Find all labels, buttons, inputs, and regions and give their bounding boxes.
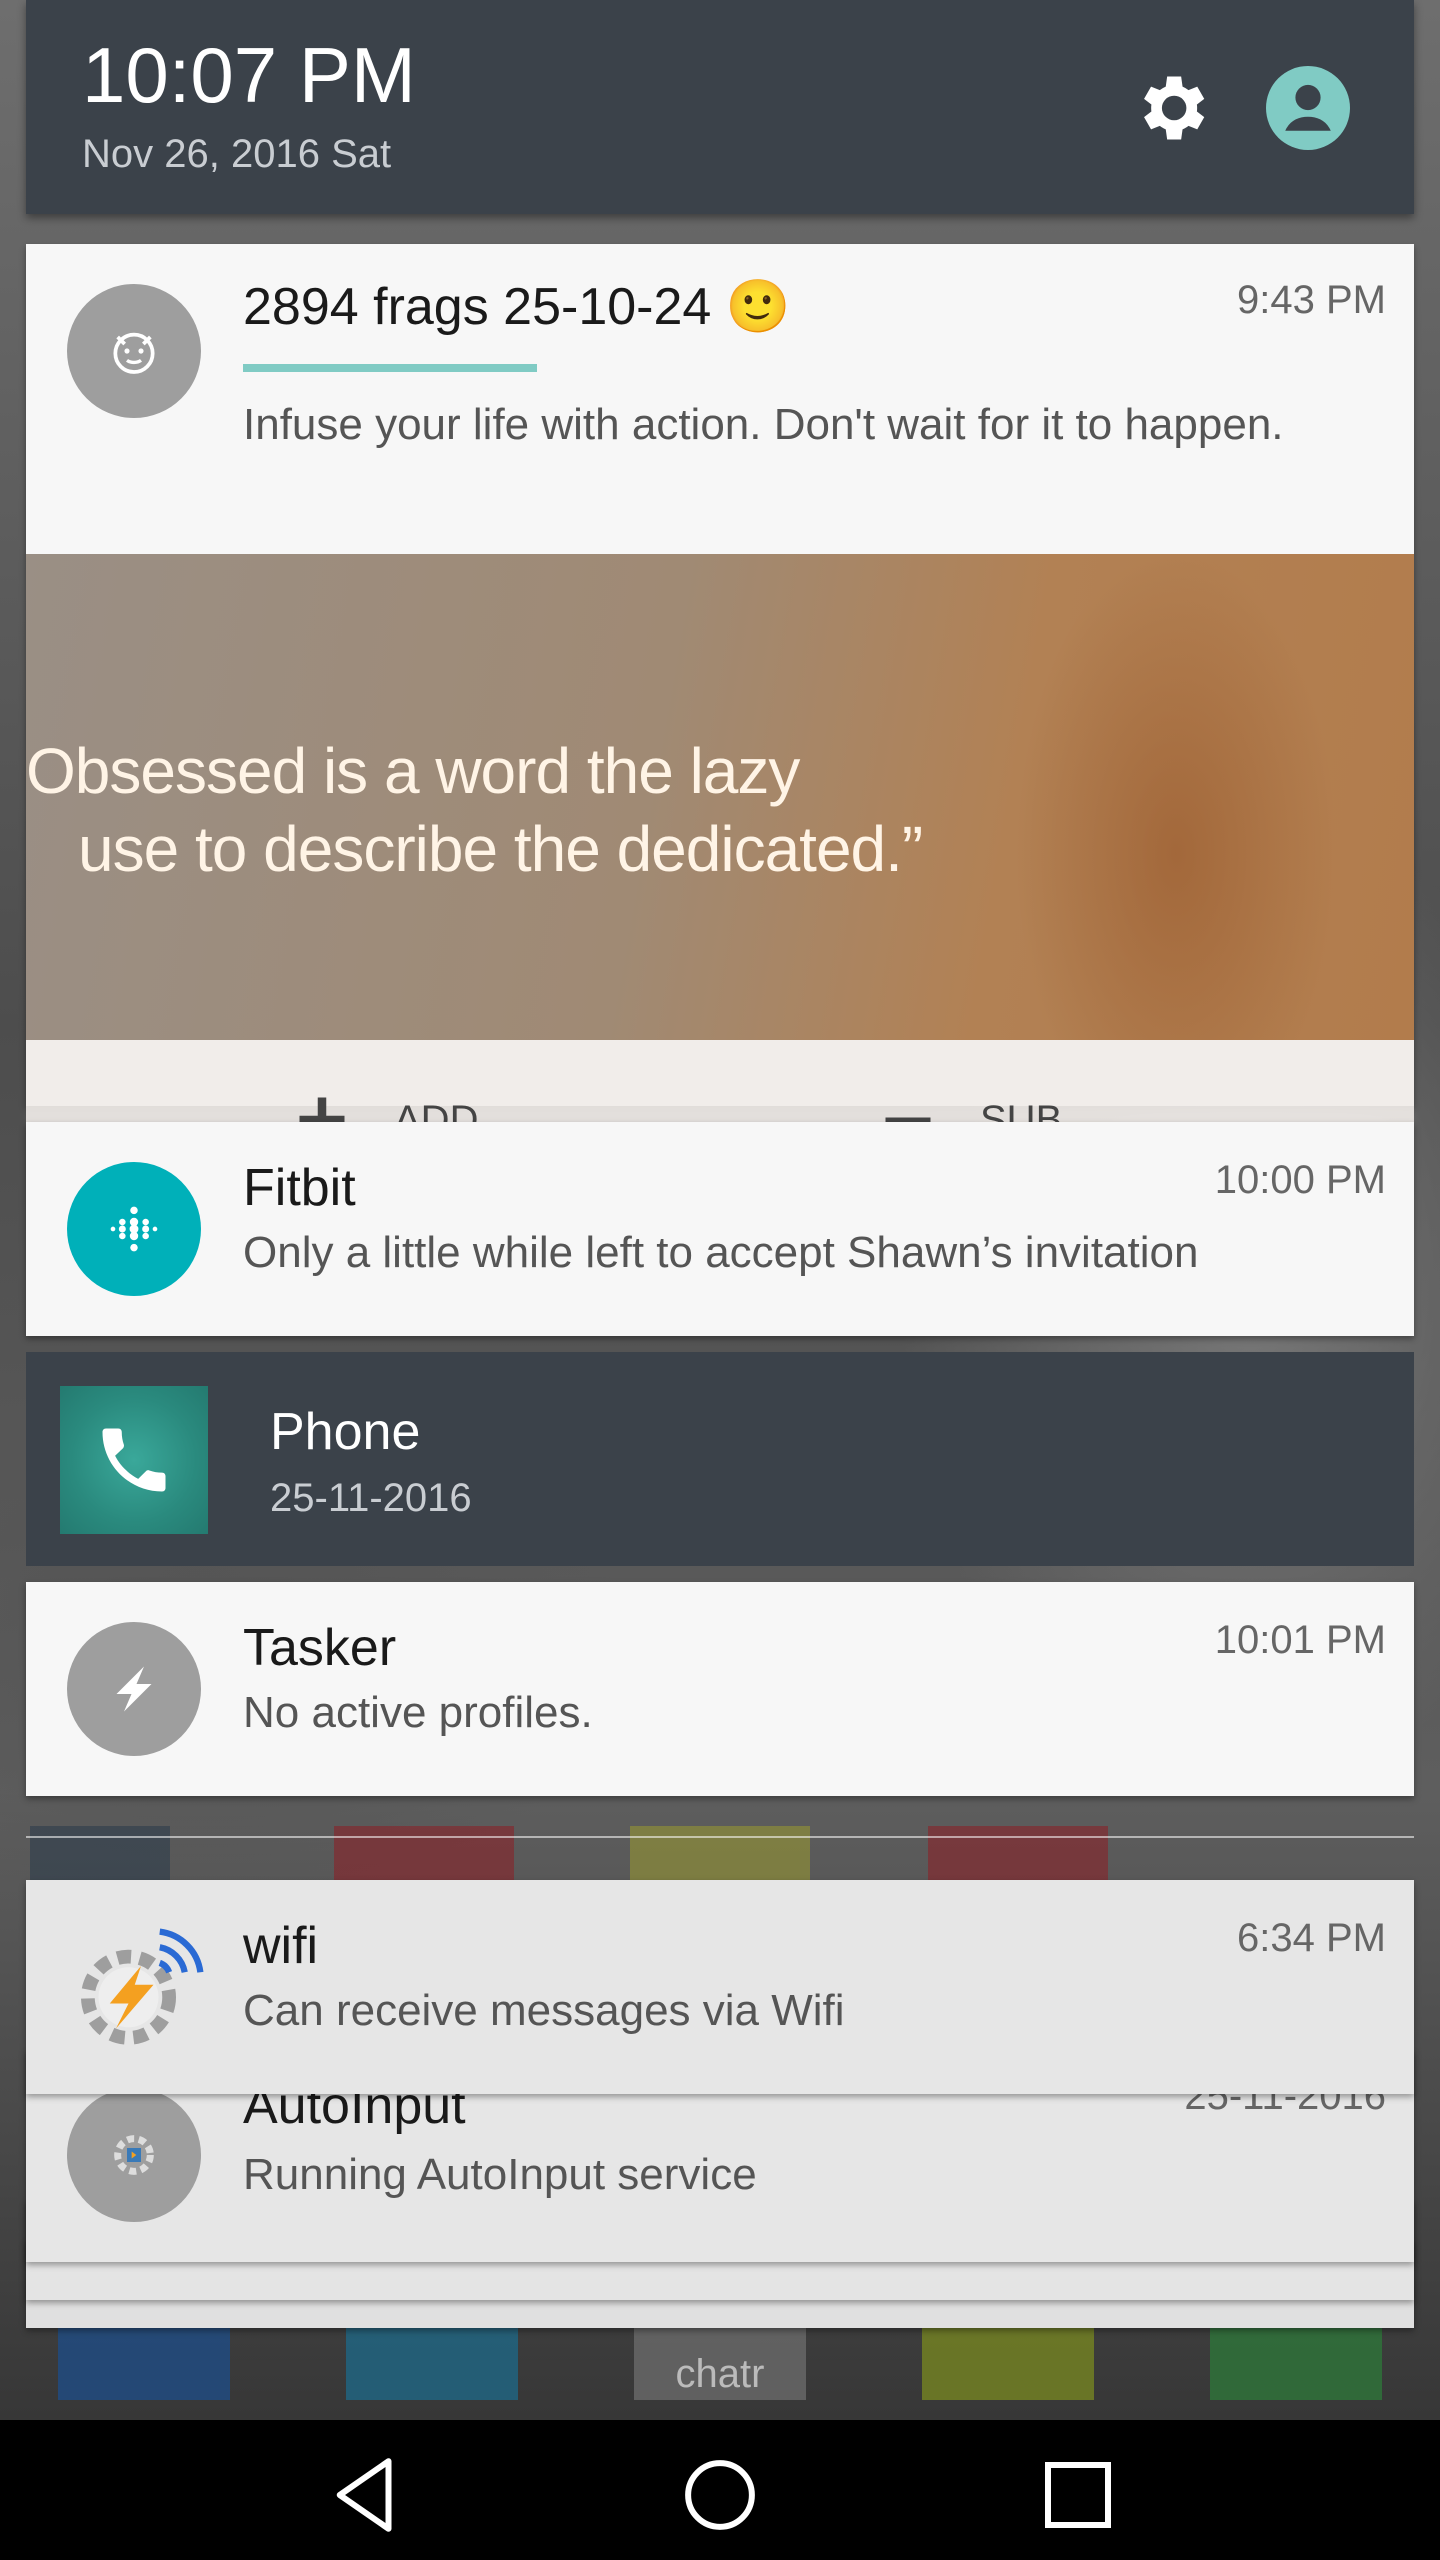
tasker-notification[interactable]: Tasker 10:01 PM No active profiles. (26, 1582, 1414, 1796)
back-icon[interactable] (316, 2450, 416, 2540)
wifi-text: Can receive messages via Wifi (243, 1986, 845, 2035)
quick-settings-header[interactable]: 10:07 PM Nov 26, 2016 Sat (26, 0, 1414, 214)
clock: 10:07 PM (82, 31, 416, 119)
quote-image: Obsessed is a word the lazy use to descr… (26, 554, 1414, 1040)
background-app-icon (630, 1826, 810, 1886)
phone-handset-icon (102, 1428, 166, 1492)
wifi-title: wifi (243, 1917, 319, 1975)
fitbit-dots-icon (110, 1206, 158, 1252)
tasker-text: No active profiles. (243, 1688, 593, 1737)
notification-divider (26, 1836, 1414, 1838)
wifi-notification[interactable]: wifi 6:34 PM Can receive messages via Wi… (26, 1880, 1414, 2094)
phone-text: 25-11-2016 (270, 1476, 472, 1520)
frags-progress-track (243, 364, 1373, 372)
devil-face-icon (113, 332, 155, 374)
frags-app-icon (67, 284, 201, 418)
phone-title: Phone (270, 1403, 421, 1461)
user-account-icon[interactable] (1266, 66, 1350, 150)
phone-notification[interactable]: Phone 25-11-2016 (26, 1352, 1414, 1566)
tasker-wifi-icon (81, 1928, 204, 2045)
date: Nov 26, 2016 Sat (82, 132, 392, 176)
fitbit-app-icon (67, 1162, 201, 1296)
dock-chrome-icon[interactable] (922, 2320, 1094, 2400)
frags-text: Infuse your life with action. Don't wait… (243, 400, 1284, 449)
dock-contacts-icon[interactable] (346, 2320, 518, 2400)
fitbit-time: 10:00 PM (1214, 1158, 1386, 1202)
fitbit-title: Fitbit (243, 1159, 356, 1217)
tasker-time: 10:01 PM (1214, 1618, 1386, 1662)
background-app-icon (928, 1826, 1108, 1886)
frags-time: 9:43 PM (1237, 278, 1386, 322)
quote-line-2: use to describe the dedicated.” (78, 813, 923, 885)
frags-progress-fill (243, 364, 537, 372)
dock-chatr-label: chatr (675, 2352, 765, 2396)
home-icon[interactable] (670, 2450, 770, 2540)
tasker-app-icon (67, 1622, 201, 1756)
fitbit-text: Only a little while left to accept Shawn… (243, 1228, 1199, 1277)
recents-icon[interactable] (1028, 2450, 1128, 2540)
dock-phone-icon[interactable] (58, 2320, 230, 2400)
wifi-app-icon (66, 1916, 216, 2066)
autoinput-app-icon (67, 2088, 201, 2222)
wifi-time: 6:34 PM (1237, 1916, 1386, 1960)
frags-title: 2894 frags 25-10-24 🙂 (243, 278, 791, 336)
frags-notification[interactable]: 2894 frags 25-10-24 🙂 9:43 PM Infuse you… (26, 244, 1414, 1200)
lightning-bolt-icon (116, 1666, 152, 1712)
autoinput-gear-icon (114, 2135, 154, 2175)
quote-line-1: Obsessed is a word the lazy (26, 735, 800, 807)
gear-icon[interactable] (1129, 66, 1213, 150)
quote-figure-silhouette (946, 554, 1406, 1040)
fitbit-notification[interactable]: Fitbit 10:00 PM Only a little while left… (26, 1122, 1414, 1336)
dock-messages-icon[interactable] (1210, 2320, 1382, 2400)
background-app-icon (334, 1826, 514, 1886)
tasker-title: Tasker (243, 1619, 397, 1677)
phone-app-icon (60, 1386, 208, 1534)
autoinput-text: Running AutoInput service (243, 2150, 757, 2199)
background-app-icon (30, 1826, 170, 1886)
